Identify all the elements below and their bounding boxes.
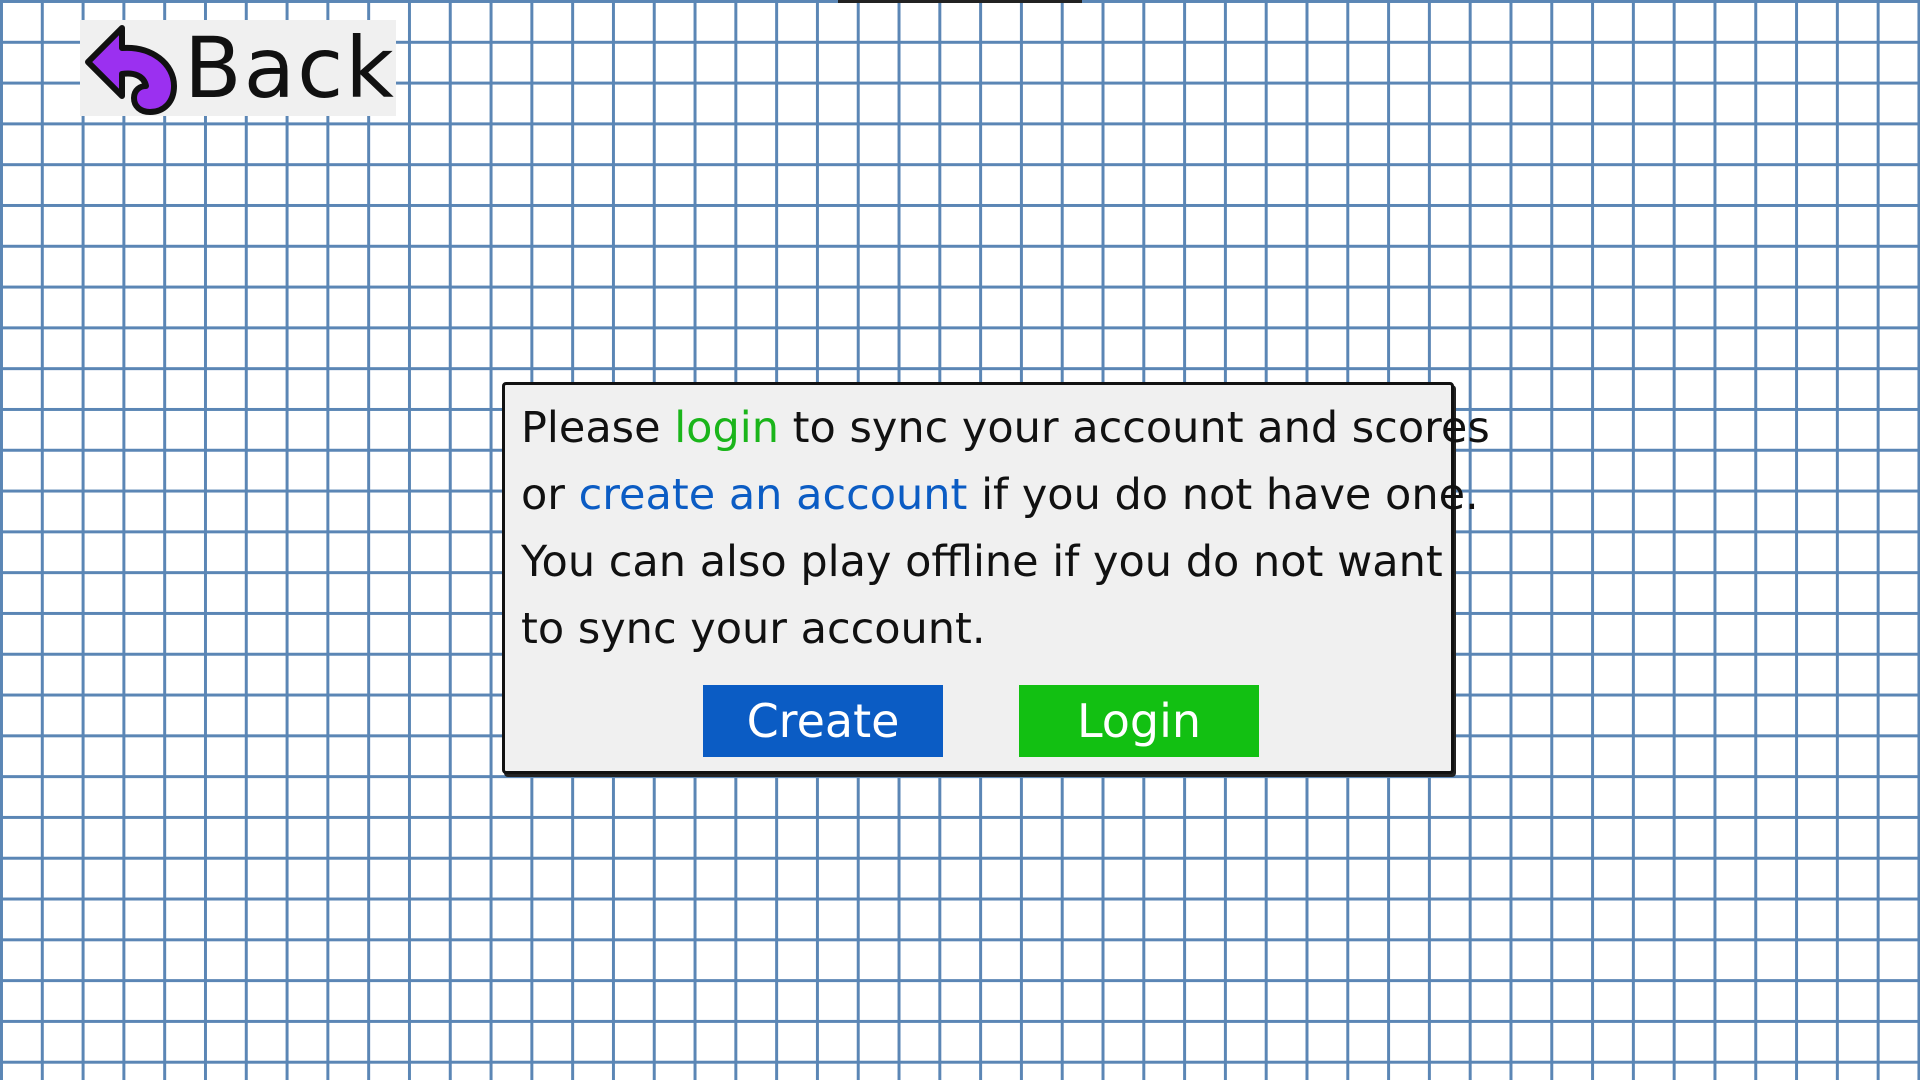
message-line2-post: if you do not have one. [967,470,1479,520]
top-edge-bar [838,0,1082,3]
back-label: Back [184,19,396,117]
message-line2-pre: or [521,470,579,520]
message-line1-post: to sync your account and scores [778,403,1490,453]
create-button[interactable]: Create [703,685,943,757]
login-button[interactable]: Login [1019,685,1259,757]
message-line1-pre: Please [521,403,675,453]
create-account-link[interactable]: create an account [579,470,968,520]
dialog-message: Please login to sync your account and sc… [521,395,1490,663]
message-line3: You can also play offline if you do not … [521,537,1443,587]
login-prompt-dialog: Please login to sync your account and sc… [502,382,1490,774]
back-button[interactable]: Back [80,20,396,116]
message-line4: to sync your account. [521,604,986,654]
undo-arrow-icon [80,20,184,116]
login-link[interactable]: login [674,403,779,453]
